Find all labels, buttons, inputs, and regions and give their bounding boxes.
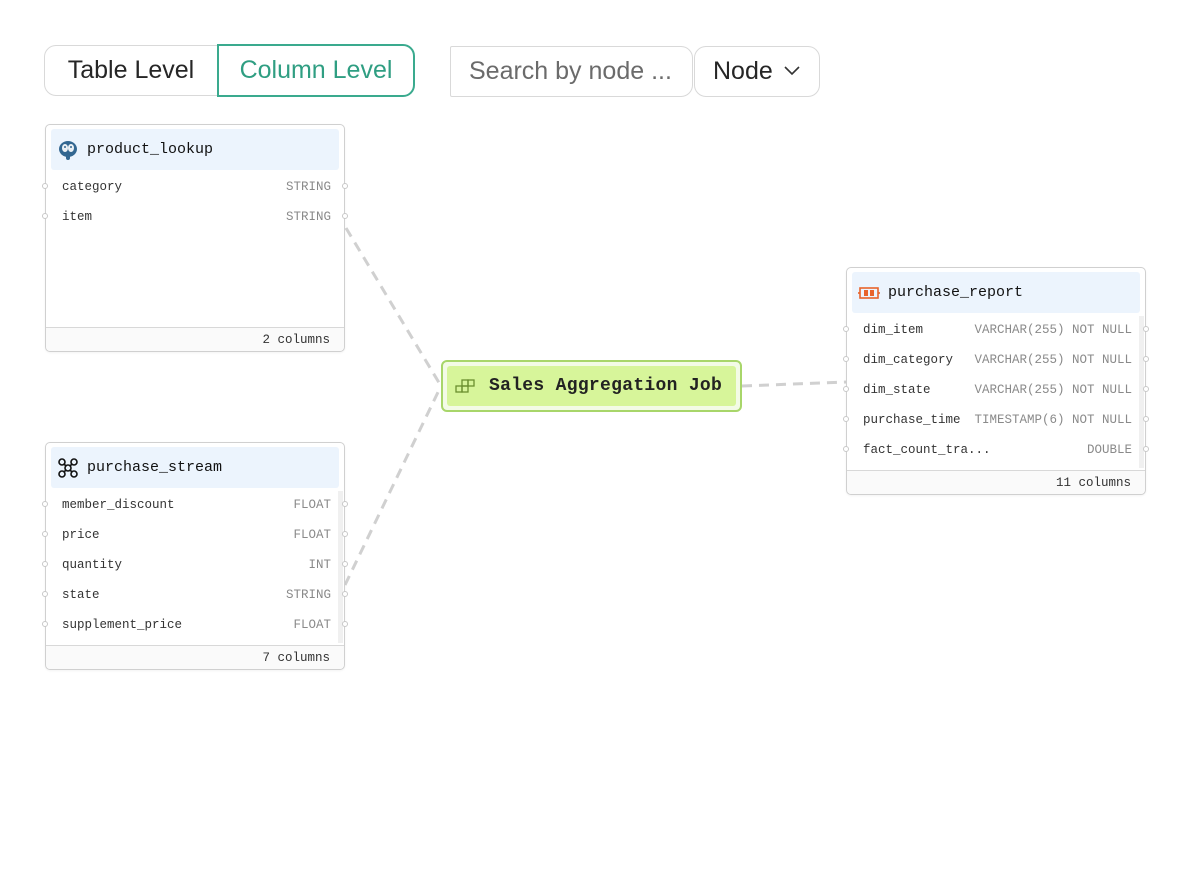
column-row[interactable]: item STRING [42, 202, 348, 232]
node-header: product_lookup [51, 129, 339, 170]
input-port[interactable] [42, 591, 48, 597]
column-type: TIMESTAMP(6) NOT NULL [974, 413, 1132, 427]
lineage-canvas[interactable]: Table Level Column Level Node [0, 0, 1200, 876]
column-type: FLOAT [293, 528, 331, 542]
output-port[interactable] [342, 621, 348, 627]
node-purchase-stream[interactable]: purchase_stream member_discount FLOAT pr… [42, 442, 348, 670]
output-port[interactable] [1143, 356, 1149, 362]
output-port[interactable] [342, 561, 348, 567]
column-type: VARCHAR(255) NOT NULL [974, 323, 1132, 337]
column-list: dim_item VARCHAR(255) NOT NULL dim_categ… [843, 315, 1149, 465]
column-row[interactable]: purchase_time TIMESTAMP(6) NOT NULL [843, 405, 1149, 435]
input-port[interactable] [843, 446, 849, 452]
column-row[interactable]: member_discount FLOAT [42, 490, 348, 520]
node-title: purchase_stream [87, 459, 223, 476]
edge-product-lookup-to-job [344, 227, 443, 387]
output-port[interactable] [342, 591, 348, 597]
column-type: VARCHAR(255) NOT NULL [974, 353, 1132, 367]
input-port[interactable] [843, 416, 849, 422]
column-type: DOUBLE [1086, 443, 1132, 457]
output-port[interactable] [342, 531, 348, 537]
input-port[interactable] [843, 356, 849, 362]
node-sales-aggregation-job[interactable]: Sales Aggregation Job [441, 360, 742, 412]
column-list: member_discount FLOAT price FLOAT quanti… [42, 490, 348, 640]
input-port[interactable] [42, 561, 48, 567]
job-blocks-icon [455, 379, 475, 393]
job-header: Sales Aggregation Job [447, 366, 736, 406]
node-product-lookup[interactable]: product_lookup category STRING item STRI… [42, 124, 348, 352]
column-row[interactable]: supplement_price FLOAT [42, 610, 348, 640]
report-table-icon [858, 282, 880, 304]
column-type: STRING [285, 588, 331, 602]
input-port[interactable] [843, 326, 849, 332]
kafka-stream-icon [57, 457, 79, 479]
column-row[interactable]: quantity INT [42, 550, 348, 580]
node-header: purchase_stream [51, 447, 339, 488]
column-type: STRING [285, 210, 331, 224]
column-list: category STRING item STRING [42, 172, 348, 232]
column-count: 11 columns [847, 470, 1145, 494]
column-name: purchase_time [863, 413, 961, 427]
node-title: product_lookup [87, 141, 214, 158]
node-header: purchase_report [852, 272, 1140, 313]
output-port[interactable] [1143, 446, 1149, 452]
input-port[interactable] [42, 213, 48, 219]
input-port[interactable] [843, 386, 849, 392]
input-port[interactable] [42, 183, 48, 189]
column-row[interactable]: dim_category VARCHAR(255) NOT NULL [843, 345, 1149, 375]
output-port[interactable] [1143, 416, 1149, 422]
output-port[interactable] [1143, 326, 1149, 332]
column-row[interactable]: state STRING [42, 580, 348, 610]
column-type: INT [308, 558, 331, 572]
column-type: FLOAT [293, 618, 331, 632]
column-name: member_discount [62, 498, 175, 512]
column-name: fact_count_tra... [863, 443, 991, 457]
column-name: dim_item [863, 323, 924, 337]
postgres-elephant-icon [57, 139, 79, 161]
node-title: purchase_report [888, 284, 1024, 301]
input-port[interactable] [42, 531, 48, 537]
job-title: Sales Aggregation Job [489, 376, 723, 396]
column-type: VARCHAR(255) NOT NULL [974, 383, 1132, 397]
column-type: STRING [285, 180, 331, 194]
column-row[interactable]: dim_item VARCHAR(255) NOT NULL [843, 315, 1149, 345]
column-name: item [62, 210, 93, 224]
output-port[interactable] [342, 501, 348, 507]
node-purchase-report[interactable]: purchase_report dim_item VARCHAR(255) NO… [843, 267, 1149, 495]
column-name: quantity [62, 558, 123, 572]
edge-purchase-stream-to-job [343, 385, 443, 586]
column-name: state [62, 588, 100, 602]
column-name: supplement_price [62, 618, 183, 632]
output-port[interactable] [1143, 386, 1149, 392]
output-port[interactable] [342, 183, 348, 189]
input-port[interactable] [42, 621, 48, 627]
column-count: 7 columns [46, 645, 344, 669]
column-count: 2 columns [46, 327, 344, 351]
column-name: category [62, 180, 123, 194]
column-name: dim_category [863, 353, 954, 367]
output-port[interactable] [342, 213, 348, 219]
column-row[interactable]: dim_state VARCHAR(255) NOT NULL [843, 375, 1149, 405]
edge-job-to-purchase-report [741, 380, 847, 388]
column-type: FLOAT [293, 498, 331, 512]
column-row[interactable]: category STRING [42, 172, 348, 202]
column-name: dim_state [863, 383, 931, 397]
column-row[interactable]: price FLOAT [42, 520, 348, 550]
column-name: price [62, 528, 100, 542]
column-row[interactable]: fact_count_tra... DOUBLE [843, 435, 1149, 465]
input-port[interactable] [42, 501, 48, 507]
